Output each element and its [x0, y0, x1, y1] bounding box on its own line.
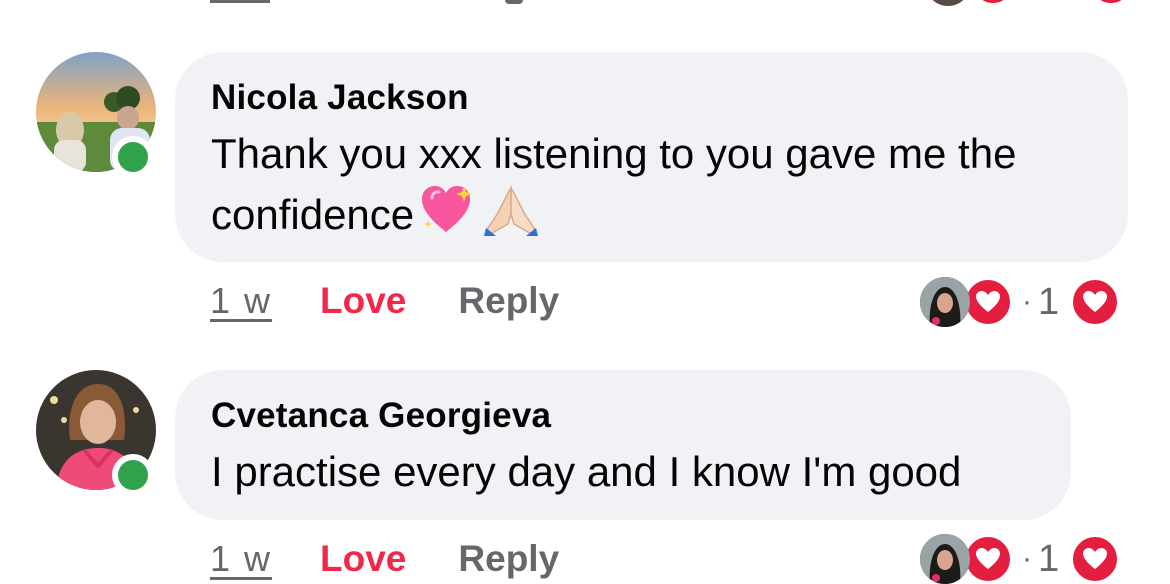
comment-bubble[interactable]: Nicola Jackson Thank you xxx listening t… — [175, 52, 1128, 262]
reply-button[interactable]: Reply — [458, 280, 559, 322]
love-button[interactable]: Love — [320, 538, 406, 580]
comments-thread: Nicola Jackson Thank you xxx listening t… — [0, 0, 1170, 584]
sparkling-heart-icon — [420, 184, 476, 252]
heart-reaction-icon[interactable] — [1069, 533, 1122, 584]
reply-button[interactable]: Reply — [458, 538, 559, 580]
previous-heart-icon-end — [1088, 0, 1134, 6]
comment-text-content: Thank you xxx listening to you gave me t… — [211, 130, 1017, 239]
previous-reply-fragment — [505, 0, 523, 4]
previous-heart-icon — [970, 0, 1016, 6]
comment-bubble[interactable]: Cvetanca Georgieva I practise every day … — [175, 370, 1071, 520]
comment-actions: 1 w Love Reply — [210, 534, 559, 584]
reactions-summary[interactable]: · 1 — [920, 533, 1122, 584]
comment-timestamp[interactable]: 1 w — [210, 538, 272, 580]
comment-author[interactable]: Nicola Jackson — [211, 78, 1092, 118]
comment-text: I practise every day and I know I'm good — [211, 448, 962, 495]
reactor-avatar — [920, 534, 970, 584]
heart-reaction-icon[interactable] — [1069, 276, 1122, 328]
folded-hands-icon — [482, 184, 540, 252]
online-status-indicator — [112, 454, 154, 496]
reaction-separator: · — [1022, 285, 1032, 318]
previous-reactor-avatar — [925, 0, 971, 6]
reaction-count: 1 — [1038, 280, 1060, 323]
reaction-separator: · — [1022, 542, 1032, 575]
reactions-summary[interactable]: · 1 — [920, 276, 1122, 328]
reaction-count: 1 — [1038, 537, 1060, 580]
comment-text: Thank you xxx listening to you gave me t… — [211, 124, 1092, 252]
comment-actions: 1 w Love Reply — [210, 276, 559, 326]
love-button[interactable]: Love — [320, 280, 406, 322]
previous-comment-fragment — [0, 0, 1170, 8]
comment-timestamp[interactable]: 1 w — [210, 280, 272, 322]
previous-time-underline — [210, 0, 270, 3]
online-status-indicator — [112, 136, 154, 178]
comment-author[interactable]: Cvetanca Georgieva — [211, 396, 1035, 436]
reactor-avatar — [920, 277, 970, 327]
